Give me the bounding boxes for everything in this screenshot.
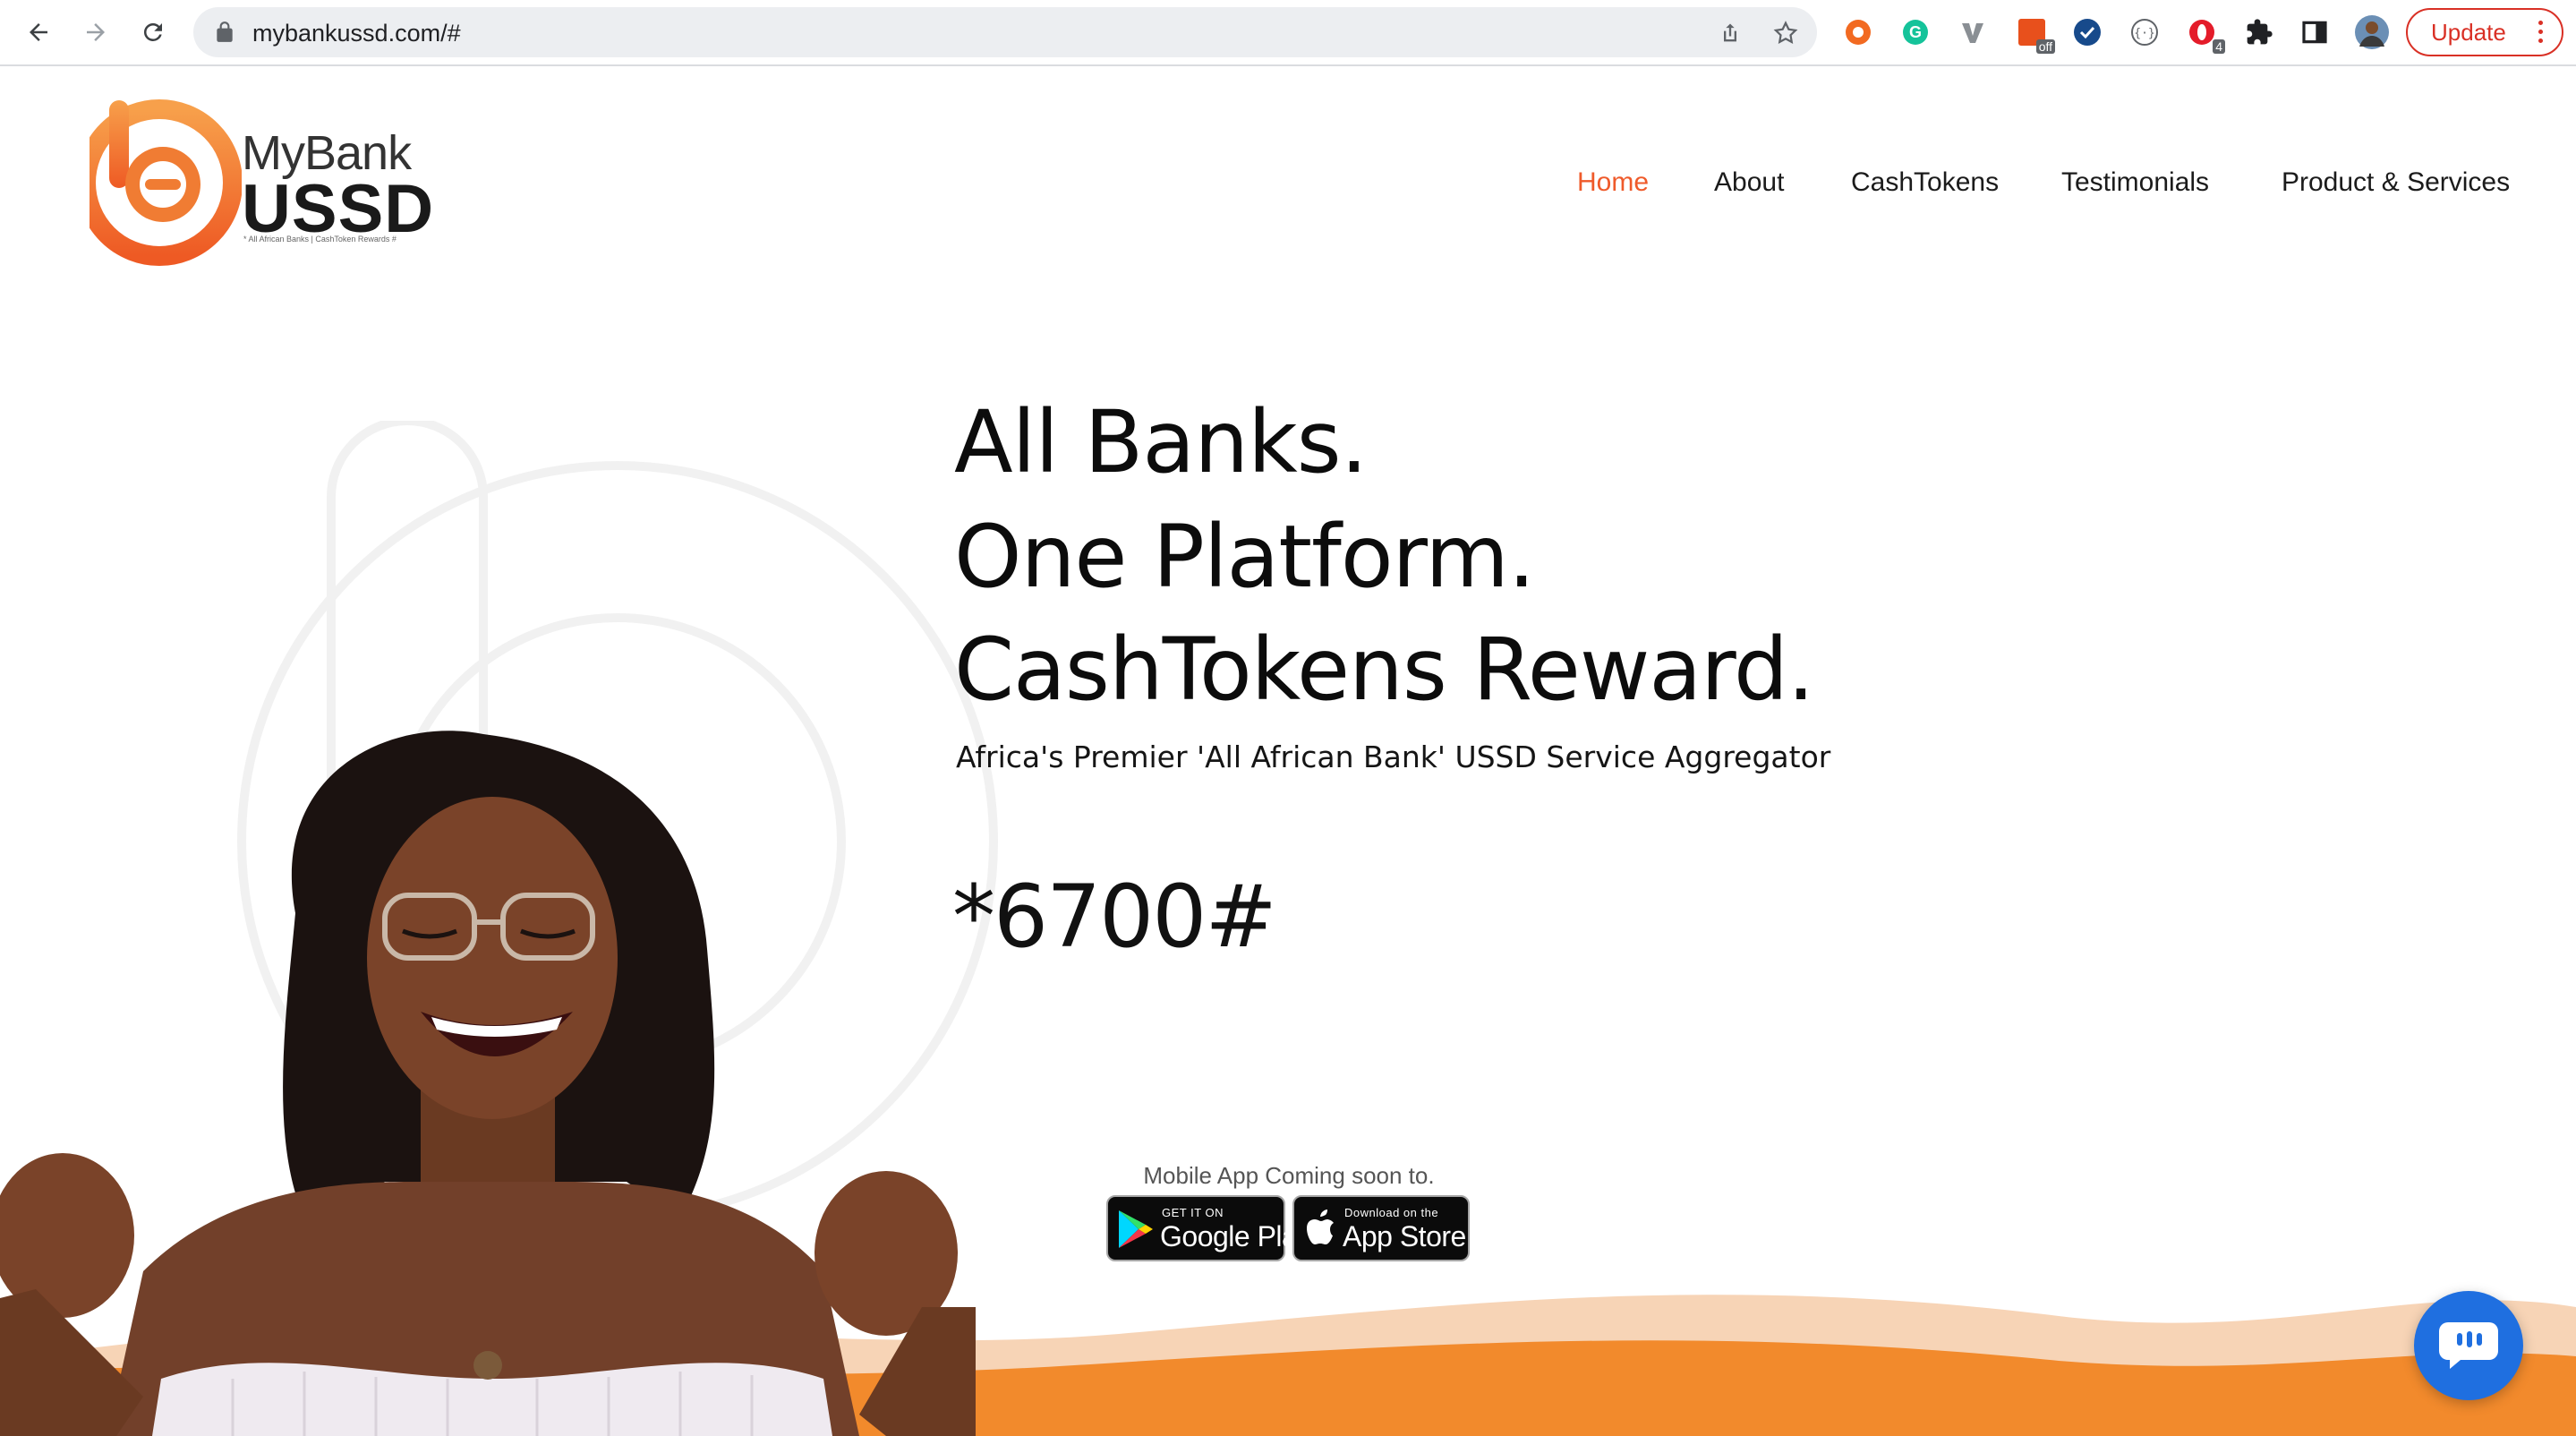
nav-home[interactable]: Home <box>1577 167 1649 198</box>
nav-about[interactable]: About <box>1714 167 1784 198</box>
back-button[interactable] <box>18 12 59 53</box>
address-bar[interactable]: mybankussd.com/# <box>193 7 1817 57</box>
lock-icon <box>217 21 233 42</box>
reload-button[interactable] <box>132 12 174 53</box>
update-button[interactable]: Update <box>2406 8 2563 56</box>
share-icon[interactable] <box>1715 18 1745 48</box>
app-coming-soon: Mobile App Coming soon to. <box>1143 1162 1435 1189</box>
url-text[interactable]: mybankussd.com/# <box>252 20 461 47</box>
hero-subtitle: Africa's Premier 'All African Bank' USSD… <box>956 739 1831 774</box>
browser-toolbar: mybankussd.com/# G off {·} 4 Update <box>0 0 2576 66</box>
google-play-icon <box>1119 1210 1153 1248</box>
chat-bubble-icon <box>2439 1322 2498 1369</box>
svg-text:G: G <box>1909 23 1922 41</box>
code-ext-icon[interactable]: {·} <box>2127 14 2162 50</box>
opera-ext-icon[interactable]: 4 <box>2184 14 2225 54</box>
more-vert-icon <box>2538 21 2544 47</box>
svg-text:{·}: {·} <box>2134 27 2154 40</box>
hero-line-3: CashTokens Reward. <box>954 620 1814 720</box>
vimeo-ext-icon[interactable] <box>1955 14 1991 50</box>
chat-widget-button[interactable] <box>2414 1291 2523 1400</box>
bookmark-star-icon[interactable] <box>1770 18 1801 48</box>
google-play-button[interactable]: GET IT ON Google Play <box>1106 1195 1311 1261</box>
logo-tagline: * All African Banks | CashToken Rewards … <box>243 235 397 244</box>
hero-line-2: One Platform. <box>954 507 1535 607</box>
app-store-button[interactable]: Download on the App Store <box>1292 1195 1470 1261</box>
hero-person-image <box>0 731 976 1436</box>
forward-arrow-icon <box>87 23 105 41</box>
reload-icon <box>143 22 162 41</box>
off-toggle-ext-icon[interactable]: off <box>2014 14 2055 54</box>
grammarly-icon[interactable]: G <box>1898 14 1933 50</box>
main-nav: Home About CashTokens Testimonials Produ… <box>0 167 2576 203</box>
blue-check-ext-icon[interactable] <box>2069 14 2105 50</box>
nav-cashtokens[interactable]: CashTokens <box>1851 167 1999 198</box>
sidebar-icon[interactable] <box>2297 14 2333 50</box>
apple-icon <box>1307 1209 1334 1244</box>
hero-line-1: All Banks. <box>954 392 1368 492</box>
nav-product-services[interactable]: Product & Services <box>2282 167 2510 198</box>
nav-testimonials[interactable]: Testimonials <box>2061 167 2209 198</box>
ussd-code: *6700# <box>952 867 1277 967</box>
puzzle-icon[interactable] <box>2241 14 2277 50</box>
forward-button[interactable] <box>75 12 116 53</box>
orange-circle-ext-icon[interactable] <box>1840 14 1876 50</box>
back-arrow-icon <box>30 23 47 41</box>
profile-avatar[interactable] <box>2354 14 2390 50</box>
